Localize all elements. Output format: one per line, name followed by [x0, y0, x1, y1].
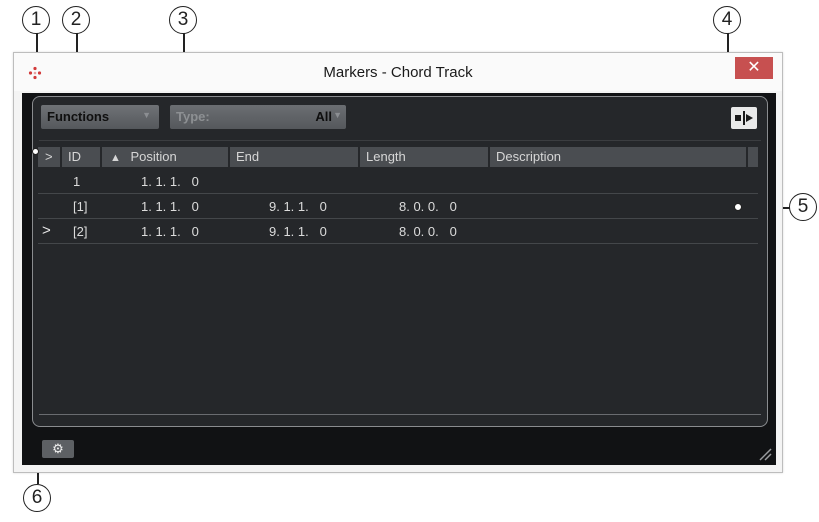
sort-ascending-icon: ▲	[110, 152, 121, 164]
row-end: 9. 1. 1. 0	[269, 199, 327, 214]
row-length: 8. 0. 0. 0	[399, 199, 457, 214]
callout-5-anchor	[734, 203, 742, 211]
row-position: 1. 1. 1. 0	[141, 199, 199, 214]
type-label: Type:	[176, 109, 210, 124]
row-position: 1. 1. 1. 0	[141, 224, 199, 239]
callout-1: 1	[22, 6, 50, 34]
gear-icon: ⚙	[52, 441, 64, 456]
locate-icon	[735, 111, 753, 125]
callout-1-anchor	[32, 148, 39, 155]
callout-4: 4	[713, 6, 741, 34]
table-row[interactable]: [1] 1. 1. 1. 0 9. 1. 1. 0 8. 0. 0. 0	[38, 194, 758, 219]
column-header-end[interactable]: End	[230, 147, 358, 167]
functions-menu[interactable]: Functions ▼	[41, 105, 159, 129]
type-value: All	[315, 109, 332, 124]
resize-grip-icon[interactable]	[756, 445, 772, 461]
row-end: 9. 1. 1. 0	[269, 224, 327, 239]
row-active-indicator: >	[42, 222, 51, 239]
callout-6: 6	[23, 484, 51, 512]
column-header-position[interactable]: ▲ Position	[102, 147, 228, 167]
type-filter-menu[interactable]: Type: All ▼	[170, 105, 346, 129]
title-bar: Markers - Chord Track ✕	[14, 53, 782, 91]
window-client: Functions ▼ Type: All ▼ > ID ▲ Position …	[22, 93, 776, 465]
row-id: [1]	[73, 199, 88, 214]
table-row[interactable]: 1 1. 1. 1. 0	[38, 169, 758, 194]
marker-panel: Functions ▼ Type: All ▼ > ID ▲ Position …	[32, 96, 768, 427]
list-bottom-divider	[39, 414, 761, 415]
settings-button[interactable]: ⚙	[42, 440, 74, 458]
close-button[interactable]: ✕	[735, 57, 773, 79]
row-position: 1. 1. 1. 0	[141, 174, 199, 189]
marker-list: 1 1. 1. 1. 0 [1] 1. 1. 1. 0 9. 1. 1. 0 8…	[38, 169, 758, 244]
locate-button[interactable]	[731, 107, 757, 129]
column-header-active[interactable]: >	[38, 147, 60, 167]
table-row[interactable]: > [2] 1. 1. 1. 0 9. 1. 1. 0 8. 0. 0. 0	[38, 219, 758, 244]
toolbar-divider	[39, 140, 761, 141]
row-id: [2]	[73, 224, 88, 239]
column-header-length[interactable]: Length	[360, 147, 488, 167]
window-title: Markers - Chord Track	[323, 64, 473, 81]
column-header-position-label: Position	[130, 149, 177, 164]
callout-3: 3	[169, 6, 197, 34]
figure: Markers - Chord Track ✕ Functions ▼ Type…	[0, 0, 819, 522]
column-header-description[interactable]: Description	[490, 147, 746, 167]
functions-label: Functions	[47, 109, 110, 124]
markers-window: Markers - Chord Track ✕ Functions ▼ Type…	[13, 52, 783, 473]
row-length: 8. 0. 0. 0	[399, 224, 457, 239]
table-header: > ID ▲ Position End Length Description	[38, 147, 758, 167]
column-header-id[interactable]: ID	[62, 147, 100, 167]
column-header-extra	[748, 147, 758, 167]
chevron-down-icon: ▼	[142, 110, 151, 120]
callout-5: 5	[789, 193, 817, 221]
callout-2: 2	[62, 6, 90, 34]
row-id: 1	[73, 174, 81, 189]
chevron-down-icon: ▼	[333, 110, 342, 120]
